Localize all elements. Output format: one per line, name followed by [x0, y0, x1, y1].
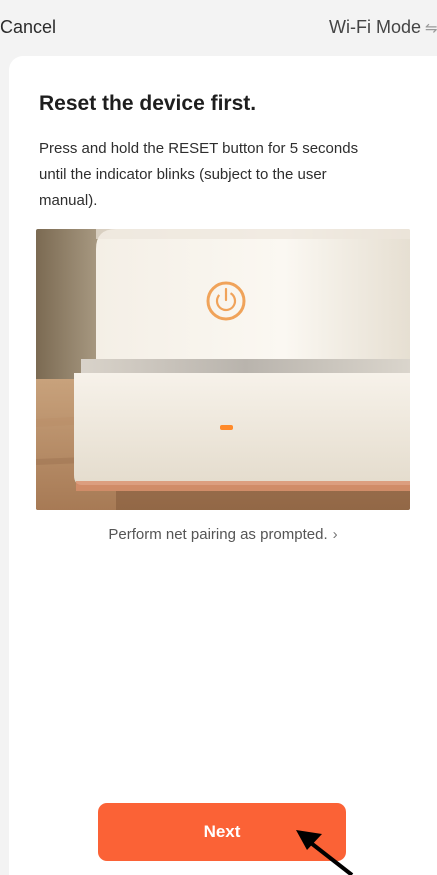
- device-reset-illustration: [36, 229, 410, 510]
- top-bar: Cancel Wi-Fi Mode ⇋: [0, 0, 437, 56]
- wifi-mode-switch[interactable]: Wi-Fi Mode ⇋: [329, 17, 437, 38]
- next-button[interactable]: Next: [98, 803, 346, 861]
- pairing-prompt-link[interactable]: Perform net pairing as prompted. ›: [9, 526, 437, 543]
- device-image: [36, 229, 410, 510]
- cancel-button[interactable]: Cancel: [0, 17, 56, 38]
- content-card: Reset the device first. Press and hold t…: [9, 56, 437, 875]
- page-title: Reset the device first.: [39, 92, 257, 115]
- chevron-right-icon: ›: [332, 526, 338, 543]
- instruction-text: Press and hold the RESET button for 5 se…: [39, 140, 359, 209]
- switch-arrows-icon: ⇋: [425, 19, 437, 37]
- wifi-mode-label: Wi-Fi Mode: [328, 17, 421, 37]
- pairing-prompt-label: Perform net pairing as prompted.: [108, 526, 328, 543]
